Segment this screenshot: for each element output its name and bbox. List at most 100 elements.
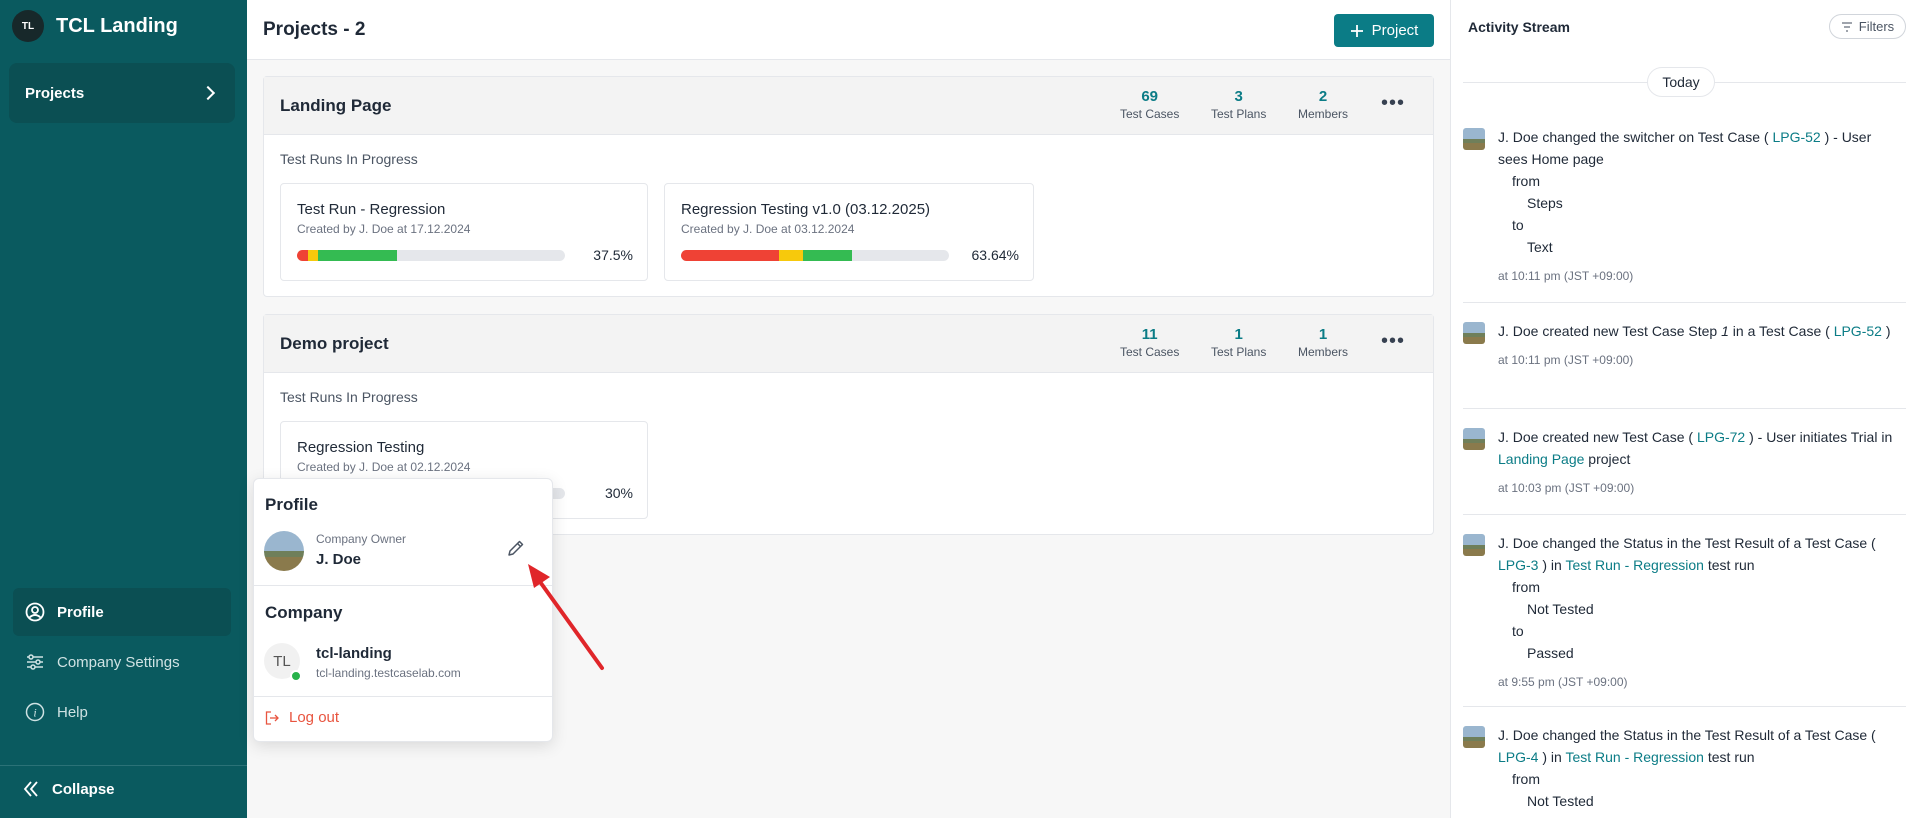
stat-label: Test Cases (1120, 345, 1180, 359)
filter-icon (1841, 21, 1852, 32)
activity-text-part: J. Doe created new Test Case ( (1498, 429, 1697, 445)
activity-separator (1463, 408, 1906, 409)
progress-segment-passed (318, 250, 398, 261)
sidebar-item-company-settings[interactable]: Company Settings (13, 638, 231, 686)
to-value: Passed (1527, 645, 1574, 661)
stat-value: 2 (1318, 88, 1328, 105)
test-case-link[interactable]: LPG-4 (1498, 749, 1538, 765)
to-value: Text (1527, 239, 1553, 255)
stat-test-cases[interactable]: 11 Test Cases (1120, 326, 1179, 359)
plus-icon (1350, 24, 1363, 37)
sidebar-item-profile[interactable]: Profile (13, 588, 231, 636)
stat-test-plans[interactable]: 1 Test Plans (1211, 326, 1266, 359)
activity-text-part: ) (1881, 323, 1891, 339)
stat-label: Test Plans (1211, 345, 1267, 359)
test-run-title: Test Run - Regression (297, 201, 446, 218)
activity-timestamp: at 9:55 pm (JST +09:00) (1498, 675, 1628, 689)
company-domain: tcl-landing.testcaselab.com (316, 666, 461, 680)
stat-label: Members (1298, 107, 1349, 121)
collapse-button[interactable]: Collapse (22, 780, 115, 798)
stat-label: Members (1298, 345, 1349, 359)
filters-label: Filters (1858, 19, 1895, 34)
double-chevron-left-icon (23, 781, 38, 797)
activity-text-part: ) - User initiates Trial in (1745, 429, 1893, 445)
from-label: from (1512, 579, 1540, 595)
sidebar-item-projects[interactable]: Projects (9, 63, 235, 123)
profile-heading: Profile (265, 495, 318, 514)
from-label: from (1512, 173, 1540, 189)
user-circle-icon (25, 602, 45, 622)
test-run-link[interactable]: Test Run - Regression (1565, 749, 1704, 765)
test-case-link[interactable]: LPG-72 (1697, 429, 1745, 445)
more-horizontal-icon[interactable]: ••• (1381, 330, 1405, 353)
from-value: Not Tested (1527, 601, 1594, 617)
test-run-title: Regression Testing (297, 439, 425, 456)
project-name[interactable]: Landing Page (280, 96, 391, 116)
sidebar-item-label: Help (57, 703, 88, 721)
brand[interactable]: TL TCL Landing (12, 10, 178, 42)
from-value: Not Tested (1527, 793, 1594, 809)
stat-test-cases[interactable]: 69 Test Cases (1120, 88, 1179, 121)
activity-timestamp: at 10:11 pm (JST +09:00) (1498, 353, 1634, 367)
project-card-header: Demo project 11 Test Cases 1 Test Plans … (264, 315, 1433, 373)
progress-segment-blocked (778, 250, 803, 261)
stat-value: 3 (1234, 88, 1243, 105)
more-horizontal-icon[interactable]: ••• (1381, 92, 1405, 115)
company-name[interactable]: tcl-landing (316, 645, 392, 662)
activity-text-part: ) in (1538, 749, 1566, 765)
avatar (1463, 128, 1485, 150)
project-card: Landing Page 69 Test Cases 3 Test Plans … (263, 76, 1434, 297)
test-case-link[interactable]: LPG-52 (1834, 323, 1882, 339)
sidebar-item-help[interactable]: i Help (13, 688, 231, 736)
test-case-link[interactable]: LPG-52 (1772, 129, 1820, 145)
test-case-link[interactable]: LPG-3 (1498, 557, 1538, 573)
avatar (1463, 428, 1485, 450)
sidebar-item-label: Projects (25, 84, 85, 102)
runs-label: Test Runs In Progress (280, 389, 418, 405)
stat-members[interactable]: 1 Members (1298, 326, 1348, 359)
project-link[interactable]: Landing Page (1498, 451, 1584, 467)
new-project-button[interactable]: Project (1334, 14, 1434, 47)
test-run-link[interactable]: Test Run - Regression (1565, 557, 1704, 573)
progress-segment-blocked (307, 250, 319, 261)
activity-text-part: ) in (1538, 557, 1566, 573)
profile-popup: Profile Company Owner J. Doe Company TL … (253, 478, 553, 742)
stat-value: 1 (1318, 326, 1328, 343)
test-run-card[interactable]: Test Run - Regression Created by J. Doe … (280, 183, 648, 281)
logout-button[interactable]: Log out (265, 709, 339, 726)
activity-stream: Activity Stream Filters Today J. Doe cha… (1450, 0, 1911, 818)
runs-label: Test Runs In Progress (280, 151, 418, 167)
activity-text: J. Doe changed the Status in the Test Re… (1498, 532, 1903, 690)
stat-value: 69 (1141, 88, 1159, 105)
progress-percent: 30% (604, 485, 633, 501)
activity-separator (1463, 706, 1906, 707)
company-active-badge (290, 670, 302, 682)
sliders-icon (27, 654, 43, 670)
logout-icon (265, 710, 279, 725)
collapse-label: Collapse (52, 780, 115, 798)
stat-test-plans[interactable]: 3 Test Plans (1211, 88, 1266, 121)
project-name[interactable]: Demo project (280, 334, 389, 354)
activity-text-part: J. Doe changed the switcher on Test Case… (1498, 129, 1773, 145)
test-run-title: Regression Testing v1.0 (03.12.2025) (681, 201, 931, 218)
to-label: to (1512, 623, 1524, 639)
topbar: Projects - 2 Project (247, 0, 1450, 60)
activity-text-part: test run (1703, 749, 1755, 765)
activity-text: J. Doe changed the switcher on Test Case… (1498, 126, 1903, 284)
project-card-header: Landing Page 69 Test Cases 3 Test Plans … (264, 77, 1433, 135)
test-run-card[interactable]: Regression Testing v1.0 (03.12.2025) Cre… (664, 183, 1034, 281)
stat-label: Test Cases (1120, 107, 1180, 121)
company-heading: Company (265, 603, 343, 622)
activity-text: J. Doe created new Test Case Step 1 in a… (1498, 320, 1903, 368)
progress-bar (681, 250, 949, 261)
avatar (1463, 322, 1485, 344)
filters-button[interactable]: Filters (1829, 14, 1906, 39)
activity-timestamp: at 10:03 pm (JST +09:00) (1498, 481, 1635, 495)
activity-title: Activity Stream (1468, 19, 1570, 35)
activity-text-part: project (1584, 451, 1631, 467)
sidebar-item-label: Profile (57, 603, 104, 621)
stat-members[interactable]: 2 Members (1298, 88, 1348, 121)
activity-text: J. Doe created new Test Case ( LPG-72 ) … (1498, 426, 1903, 496)
activity-text-part: J. Doe changed the Status in the Test Re… (1498, 727, 1876, 743)
activity-text: J. Doe changed the Status in the Test Re… (1498, 724, 1903, 812)
